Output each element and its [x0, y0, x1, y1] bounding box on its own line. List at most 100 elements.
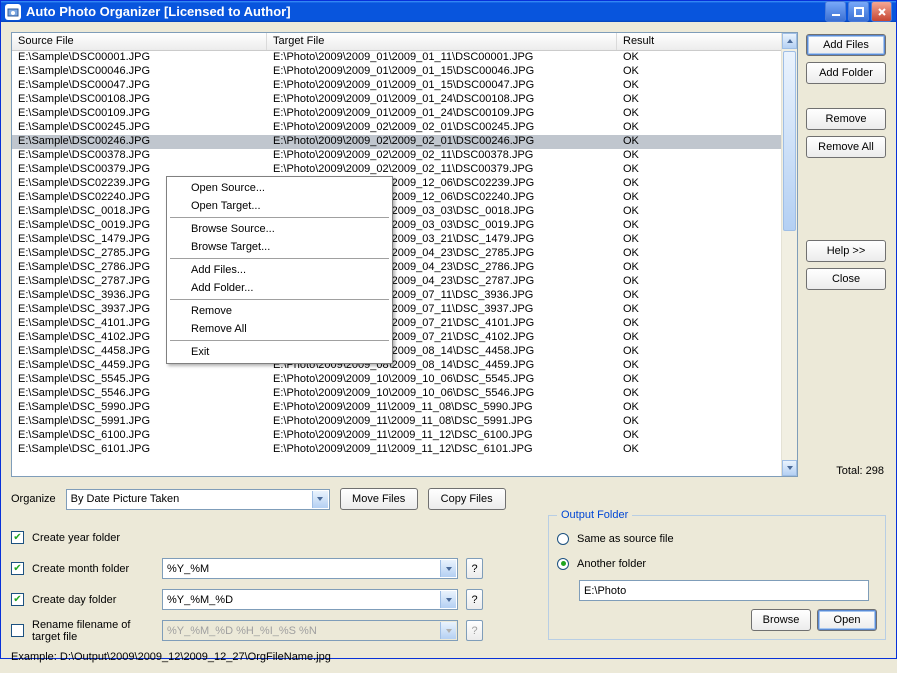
- month-help-button[interactable]: ?: [466, 558, 483, 579]
- table-row[interactable]: E:\Sample\DSC_5545.JPGE:\Photo\2009\2009…: [12, 373, 797, 387]
- cell-result: OK: [617, 331, 797, 345]
- table-row[interactable]: E:\Sample\DSC02240.JPGE:\Photo\2009\2009…: [12, 191, 797, 205]
- cell-source: E:\Sample\DSC00378.JPG: [12, 149, 267, 163]
- add-files-button[interactable]: Add Files: [806, 34, 886, 56]
- table-row[interactable]: E:\Sample\DSC_0019.JPGE:\Photo\2009\2009…: [12, 219, 797, 233]
- table-row[interactable]: E:\Sample\DSC_2786.JPGE:\Photo\2009\2009…: [12, 261, 797, 275]
- cell-result: OK: [617, 233, 797, 247]
- add-folder-button[interactable]: Add Folder: [806, 62, 886, 84]
- open-button[interactable]: Open: [817, 609, 877, 631]
- cell-result: OK: [617, 359, 797, 373]
- list-scrollbar[interactable]: [781, 33, 797, 476]
- help-button[interactable]: Help >>: [806, 240, 886, 262]
- table-row[interactable]: E:\Sample\DSC_6101.JPGE:\Photo\2009\2009…: [12, 443, 797, 457]
- cell-source: E:\Sample\DSC_5545.JPG: [12, 373, 267, 387]
- table-row[interactable]: E:\Sample\DSC_0018.JPGE:\Photo\2009\2009…: [12, 205, 797, 219]
- table-row[interactable]: E:\Sample\DSC_5546.JPGE:\Photo\2009\2009…: [12, 387, 797, 401]
- organize-combo[interactable]: By Date Picture Taken: [66, 489, 330, 510]
- context-menu[interactable]: Open Source... Open Target... Browse Sou…: [166, 176, 393, 364]
- maximize-button[interactable]: [848, 1, 869, 22]
- cell-target: E:\Photo\2009\2009_11\2009_11_08\DSC_599…: [267, 401, 617, 415]
- window-title: Auto Photo Organizer [Licensed to Author…: [26, 4, 825, 19]
- rename-checkbox[interactable]: [11, 624, 24, 637]
- chevron-down-icon[interactable]: [312, 491, 328, 508]
- table-row[interactable]: E:\Sample\DSC_4101.JPGE:\Photo\2009\2009…: [12, 317, 797, 331]
- cell-target: E:\Photo\2009\2009_01\2009_01_15\DSC0004…: [267, 65, 617, 79]
- menu-open-source[interactable]: Open Source...: [169, 179, 390, 197]
- menu-remove-all[interactable]: Remove All: [169, 320, 390, 338]
- titlebar[interactable]: Auto Photo Organizer [Licensed to Author…: [1, 1, 896, 22]
- cell-source: E:\Sample\DSC00047.JPG: [12, 79, 267, 93]
- close-app-button[interactable]: Close: [806, 268, 886, 290]
- menu-exit[interactable]: Exit: [169, 343, 390, 361]
- table-row[interactable]: E:\Sample\DSC00379.JPGE:\Photo\2009\2009…: [12, 163, 797, 177]
- cell-target: E:\Photo\2009\2009_01\2009_01_24\DSC0010…: [267, 107, 617, 121]
- table-row[interactable]: E:\Sample\DSC00047.JPGE:\Photo\2009\2009…: [12, 79, 797, 93]
- table-row[interactable]: E:\Sample\DSC_1479.JPGE:\Photo\2009\2009…: [12, 233, 797, 247]
- menu-add-files[interactable]: Add Files...: [169, 261, 390, 279]
- cell-source: E:\Sample\DSC00109.JPG: [12, 107, 267, 121]
- day-help-button[interactable]: ?: [466, 589, 483, 610]
- close-button[interactable]: [871, 1, 892, 22]
- col-result[interactable]: Result: [617, 33, 797, 50]
- cell-result: OK: [617, 107, 797, 121]
- table-row[interactable]: E:\Sample\DSC00046.JPGE:\Photo\2009\2009…: [12, 65, 797, 79]
- chevron-down-icon[interactable]: [440, 591, 456, 608]
- table-row[interactable]: E:\Sample\DSC_3937.JPGE:\Photo\2009\2009…: [12, 303, 797, 317]
- scroll-up-icon[interactable]: [782, 33, 797, 49]
- minimize-button[interactable]: [825, 1, 846, 22]
- col-source-file[interactable]: Source File: [12, 33, 267, 50]
- menu-browse-source[interactable]: Browse Source...: [169, 220, 390, 238]
- scroll-down-icon[interactable]: [782, 460, 797, 476]
- cell-result: OK: [617, 317, 797, 331]
- create-month-checkbox[interactable]: [11, 562, 24, 575]
- cell-result: OK: [617, 415, 797, 429]
- copy-files-button[interactable]: Copy Files: [428, 488, 506, 510]
- same-as-source-radio[interactable]: [557, 533, 569, 545]
- remove-all-button[interactable]: Remove All: [806, 136, 886, 158]
- output-path-input[interactable]: E:\Photo: [579, 580, 869, 601]
- cell-result: OK: [617, 79, 797, 93]
- cell-target: E:\Photo\2009\2009_01\2009_01_11\DSC0000…: [267, 51, 617, 65]
- create-year-checkbox[interactable]: [11, 531, 24, 544]
- month-format-combo[interactable]: %Y_%M: [162, 558, 458, 579]
- table-row[interactable]: E:\Sample\DSC00001.JPGE:\Photo\2009\2009…: [12, 51, 797, 65]
- create-year-label: Create year folder: [32, 532, 120, 544]
- table-row[interactable]: E:\Sample\DSC00245.JPGE:\Photo\2009\2009…: [12, 121, 797, 135]
- remove-button[interactable]: Remove: [806, 108, 886, 130]
- move-files-button[interactable]: Move Files: [340, 488, 418, 510]
- another-folder-radio[interactable]: [557, 558, 569, 570]
- menu-browse-target[interactable]: Browse Target...: [169, 238, 390, 256]
- create-day-checkbox[interactable]: [11, 593, 24, 606]
- file-list[interactable]: Source File Target File Result E:\Sample…: [11, 32, 798, 477]
- browse-button[interactable]: Browse: [751, 609, 811, 631]
- table-row[interactable]: E:\Sample\DSC_3936.JPGE:\Photo\2009\2009…: [12, 289, 797, 303]
- cell-source: E:\Sample\DSC00108.JPG: [12, 93, 267, 107]
- menu-add-folder[interactable]: Add Folder...: [169, 279, 390, 297]
- table-row[interactable]: E:\Sample\DSC_4459.JPGE:\Photo\2009\2009…: [12, 359, 797, 373]
- table-row[interactable]: E:\Sample\DSC_2785.JPGE:\Photo\2009\2009…: [12, 247, 797, 261]
- table-row[interactable]: E:\Sample\DSC00246.JPGE:\Photo\2009\2009…: [12, 135, 797, 149]
- chevron-down-icon[interactable]: [440, 560, 456, 577]
- table-row[interactable]: E:\Sample\DSC02239.JPGE:\Photo\2009\2009…: [12, 177, 797, 191]
- col-target-file[interactable]: Target File: [267, 33, 617, 50]
- chevron-down-icon: [440, 622, 456, 639]
- menu-open-target[interactable]: Open Target...: [169, 197, 390, 215]
- table-row[interactable]: E:\Sample\DSC_4102.JPGE:\Photo\2009\2009…: [12, 331, 797, 345]
- table-row[interactable]: E:\Sample\DSC00109.JPGE:\Photo\2009\2009…: [12, 107, 797, 121]
- menu-remove[interactable]: Remove: [169, 302, 390, 320]
- table-row[interactable]: E:\Sample\DSC00378.JPGE:\Photo\2009\2009…: [12, 149, 797, 163]
- table-row[interactable]: E:\Sample\DSC_5991.JPGE:\Photo\2009\2009…: [12, 415, 797, 429]
- scroll-thumb[interactable]: [783, 51, 796, 231]
- cell-result: OK: [617, 191, 797, 205]
- table-row[interactable]: E:\Sample\DSC00108.JPGE:\Photo\2009\2009…: [12, 93, 797, 107]
- cell-target: E:\Photo\2009\2009_02\2009_02_01\DSC0024…: [267, 135, 617, 149]
- cell-source: E:\Sample\DSC00245.JPG: [12, 121, 267, 135]
- app-icon: [5, 4, 21, 20]
- table-row[interactable]: E:\Sample\DSC_4458.JPGE:\Photo\2009\2009…: [12, 345, 797, 359]
- table-row[interactable]: E:\Sample\DSC_5990.JPGE:\Photo\2009\2009…: [12, 401, 797, 415]
- table-row[interactable]: E:\Sample\DSC_6100.JPGE:\Photo\2009\2009…: [12, 429, 797, 443]
- table-row[interactable]: E:\Sample\DSC_2787.JPGE:\Photo\2009\2009…: [12, 275, 797, 289]
- cell-target: E:\Photo\2009\2009_01\2009_01_15\DSC0004…: [267, 79, 617, 93]
- day-format-combo[interactable]: %Y_%M_%D: [162, 589, 458, 610]
